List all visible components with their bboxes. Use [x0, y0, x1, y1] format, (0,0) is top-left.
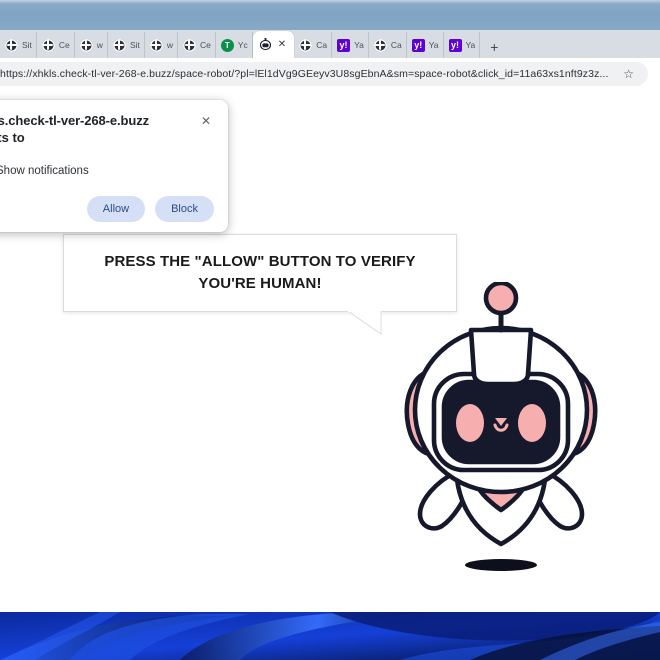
- permission-dialog-origin: xhkls.check-tl-ver-268-e.buzz: [0, 113, 150, 128]
- desktop-wallpaper: [0, 612, 660, 660]
- tab-label: Ce: [200, 40, 211, 50]
- tab-strip: Sit Ce w Sit w Ce T Yc ✕ Ca y! Ya Ca y! Ya y! Ya +: [0, 30, 660, 58]
- page-viewport: PRESS THE "ALLOW" BUTTON TO VERIFY YOU'R…: [0, 90, 660, 612]
- block-button[interactable]: Block: [155, 196, 214, 222]
- tab-label: Sit: [129, 40, 140, 50]
- tab-label: w: [166, 40, 173, 50]
- browser-toolbar: https://xhkls.check-tl-ver-268-e.buzz/sp…: [0, 58, 660, 90]
- wallpaper-bloom-graphic: [0, 612, 660, 660]
- tab-label: Ya: [428, 40, 439, 50]
- permission-dialog-subtitle: wants to: [0, 130, 25, 145]
- tab-item[interactable]: Ce: [37, 32, 75, 58]
- globe-icon: [299, 38, 313, 52]
- permission-request-row: Show notifications: [0, 164, 214, 178]
- tab-label: Ca: [316, 40, 328, 50]
- notification-permission-dialog: xhkls.check-tl-ver-268-e.buzz wants to ✕…: [0, 100, 228, 232]
- globe-icon: [149, 38, 163, 52]
- tab-label: Ce: [58, 40, 70, 50]
- tab-item[interactable]: y! Ya: [332, 32, 369, 58]
- new-tab-button[interactable]: +: [486, 40, 502, 54]
- tab-label: w: [96, 40, 103, 50]
- globe-icon: [79, 38, 93, 52]
- globe-icon: [5, 38, 18, 52]
- tab-item[interactable]: Ca: [294, 32, 333, 58]
- tab-item[interactable]: Ca: [369, 32, 407, 58]
- permission-dialog-actions: Allow Block: [0, 196, 214, 222]
- title-bar-sheen: [0, 0, 660, 4]
- tab-close-icon[interactable]: ✕: [276, 39, 288, 51]
- permission-request-label: Show notifications: [0, 165, 89, 177]
- robot-favicon: [259, 37, 272, 51]
- browser-window: Sit Ce w Sit w Ce T Yc ✕ Ca y! Ya Ca y! Ya y! Ya + https:…: [0, 0, 660, 612]
- tab-item[interactable]: y! Ya: [407, 32, 444, 58]
- speech-bubble-tail: [348, 311, 382, 335]
- tab-label: Ca: [390, 40, 402, 50]
- yahoo-icon: y!: [337, 38, 351, 52]
- bookmark-star-icon[interactable]: ☆: [623, 67, 634, 81]
- tab-item[interactable]: Ce: [178, 32, 216, 58]
- permission-dialog-heading: xhkls.check-tl-ver-268-e.buzz wants to: [0, 112, 149, 146]
- tab-label: Ya: [465, 40, 476, 50]
- tab-label: Ya: [354, 40, 364, 50]
- tab-item[interactable]: w: [75, 32, 108, 58]
- yahoo-icon: y!: [448, 38, 462, 52]
- yahoo-icon: y!: [411, 38, 425, 52]
- tab-item[interactable]: w: [145, 32, 178, 58]
- close-icon[interactable]: ✕: [198, 113, 214, 129]
- globe-icon: [183, 38, 196, 52]
- tab-active[interactable]: ✕: [252, 31, 295, 58]
- tab-item[interactable]: Sit: [108, 32, 145, 58]
- green-circle-icon: T: [220, 38, 234, 52]
- globe-icon: [112, 38, 126, 52]
- permission-dialog-header: xhkls.check-tl-ver-268-e.buzz wants to ✕: [0, 112, 214, 146]
- window-title-bar: [0, 0, 660, 31]
- address-bar[interactable]: https://xhkls.check-tl-ver-268-e.buzz/sp…: [0, 62, 648, 86]
- robot-mascot-illustration: [404, 282, 598, 571]
- tab-label: Sit: [22, 40, 32, 50]
- allow-button[interactable]: Allow: [86, 196, 146, 222]
- globe-icon: [373, 38, 387, 52]
- globe-icon: [41, 38, 55, 52]
- tab-item[interactable]: T Yc: [216, 32, 253, 58]
- url-text[interactable]: https://xhkls.check-tl-ver-268-e.buzz/sp…: [0, 67, 617, 81]
- tab-item[interactable]: Sit: [0, 32, 37, 58]
- tab-label: Yc: [237, 40, 248, 50]
- tab-item[interactable]: y! Ya: [444, 32, 481, 58]
